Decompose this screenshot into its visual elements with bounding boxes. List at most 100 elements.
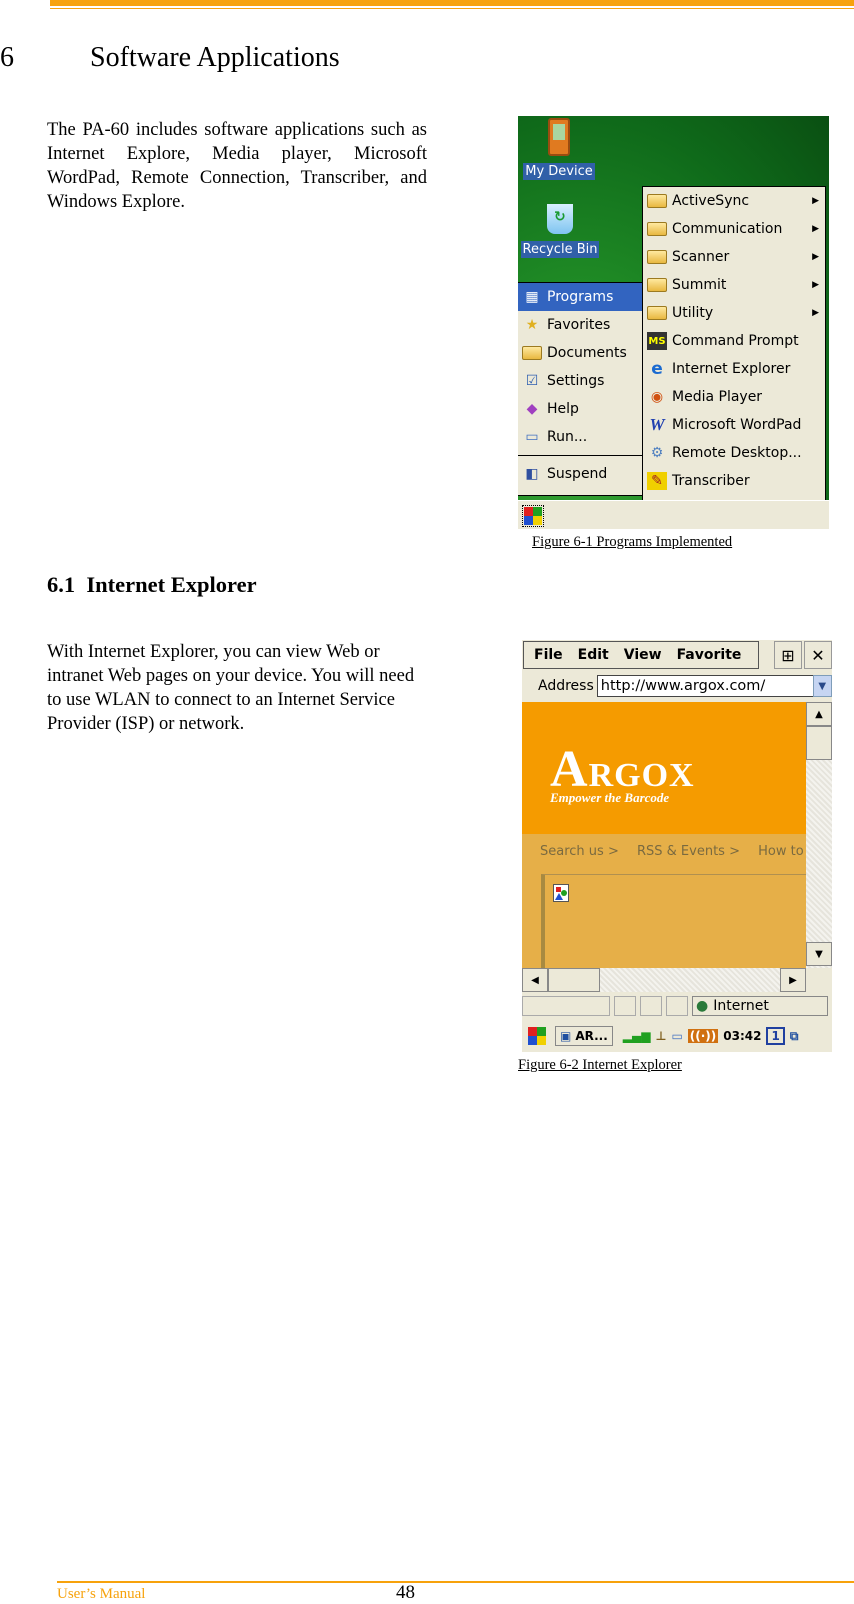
- start-menu-item-help[interactable]: ◆ Help: [518, 395, 642, 423]
- run-icon: ▭: [525, 429, 539, 445]
- star-icon: ★: [525, 317, 539, 333]
- programs-item-internet-explorer[interactable]: e Internet Explorer: [643, 355, 825, 383]
- scroll-right-button[interactable]: ▶: [780, 968, 806, 992]
- status-cell: [666, 996, 688, 1016]
- signal-strength-icon[interactable]: ▂▄▆: [623, 1029, 651, 1043]
- status-cell: [614, 996, 636, 1016]
- submenu-arrow-icon: ▶: [812, 224, 819, 234]
- arrow-right-icon: ▶: [789, 974, 797, 986]
- arrow-up-icon: ▲: [815, 708, 823, 720]
- toolbar-toggle-button[interactable]: ⊞: [774, 641, 802, 669]
- menu-file[interactable]: File: [534, 647, 563, 663]
- scroll-up-button[interactable]: ▲: [806, 702, 832, 726]
- address-input[interactable]: http://www.argox.com/: [596, 675, 813, 697]
- close-icon: ✕: [811, 645, 825, 665]
- start-menu: ▦ Programs ★ Favorites Documents ☑ Setti…: [518, 282, 643, 496]
- address-dropdown-button[interactable]: ▼: [812, 675, 832, 697]
- submenu-arrow-icon: ▶: [812, 308, 819, 318]
- start-menu-item-programs[interactable]: ▦ Programs: [518, 283, 642, 311]
- programs-item-remote-desktop[interactable]: ⚙ Remote Desktop...: [643, 439, 825, 467]
- arrow-left-icon: ◀: [531, 974, 539, 986]
- programs-item-activesync[interactable]: ActiveSync ▶: [643, 187, 825, 215]
- horizontal-scrollbar[interactable]: ◀ ▶: [522, 968, 806, 992]
- programs-item-utility[interactable]: Utility ▶: [643, 299, 825, 327]
- horizontal-scroll-thumb[interactable]: [548, 968, 600, 992]
- desktop-switch-icon[interactable]: ⧉: [790, 1029, 799, 1044]
- ie-menu-bar: File Edit View Favorite: [523, 641, 759, 669]
- start-menu-item-settings[interactable]: ☑ Settings: [518, 367, 642, 395]
- help-book-icon: ◆: [526, 401, 538, 417]
- chapter-intro-paragraph: The PA-60 includes software applications…: [47, 120, 427, 212]
- chevron-down-icon: ▼: [818, 680, 827, 692]
- network-connection-icon[interactable]: ⊥: [655, 1029, 666, 1043]
- taskbar: ▣ AR... ▂▄▆ ⊥ ▭ ((·)) 03:42 1 ⧉: [522, 1020, 832, 1052]
- wifi-icon[interactable]: ((·)): [687, 1029, 719, 1043]
- folder-icon: [647, 192, 667, 210]
- folder-icon: [647, 304, 667, 322]
- footer-rule: [57, 1581, 854, 1583]
- wireless-pc-icon[interactable]: ▭: [671, 1029, 682, 1043]
- chapter-number: 6: [0, 42, 14, 73]
- nav-link-search[interactable]: Search us >: [540, 844, 619, 859]
- start-menu-item-favorites[interactable]: ★ Favorites: [518, 311, 642, 339]
- section-number: 6.1: [47, 572, 76, 597]
- scroll-left-button[interactable]: ◀: [522, 968, 548, 992]
- page-number: 48: [396, 1582, 415, 1603]
- wordpad-icon: W: [649, 415, 665, 434]
- programs-item-summit[interactable]: Summit ▶: [643, 271, 825, 299]
- figure-1-caption: Figure 6-1 Programs Implemented: [532, 534, 733, 550]
- ie-page-icon: ▣: [560, 1029, 572, 1043]
- desktop-icon-recycle-bin[interactable]: Recycle Bin: [518, 204, 602, 258]
- section-title: Internet Explorer: [86, 572, 257, 597]
- programs-item-command-prompt[interactable]: MS Command Prompt: [643, 327, 825, 355]
- arrow-down-icon: ▼: [815, 948, 823, 960]
- programs-item-scanner[interactable]: Scanner ▶: [643, 243, 825, 271]
- programs-item-wordpad[interactable]: W Microsoft WordPad: [643, 411, 825, 439]
- close-button[interactable]: ✕: [804, 641, 832, 669]
- menu-view[interactable]: View: [624, 647, 662, 663]
- start-button[interactable]: [522, 505, 544, 527]
- address-bar: Address http://www.argox.com/ ▼: [522, 672, 832, 700]
- status-cell: [522, 996, 610, 1016]
- vertical-scrollbar[interactable]: ▲ ▼: [806, 702, 832, 968]
- menu-favorite[interactable]: Favorite: [677, 647, 742, 663]
- submenu-arrow-icon: ▶: [812, 280, 819, 290]
- scroll-down-button[interactable]: ▼: [806, 942, 832, 966]
- settings-icon: ☑: [525, 373, 539, 389]
- address-label: Address: [538, 678, 594, 694]
- start-menu-item-run[interactable]: ▭ Run...: [518, 423, 642, 451]
- taskbar-task-button[interactable]: ▣ AR...: [555, 1026, 613, 1046]
- web-page-content: ARGOX Empower the Barcode Search us > RS…: [522, 702, 806, 992]
- documents-icon: [522, 344, 542, 362]
- figure-2-caption: Figure 6-2 Internet Explorer: [518, 1057, 682, 1073]
- menu-separator: [518, 455, 642, 456]
- folder-icon: [647, 220, 667, 238]
- desktop-icon-my-device[interactable]: My Device: [522, 118, 596, 180]
- figure-internet-explorer-screenshot: File Edit View Favorite ⊞ ✕ Address http…: [522, 640, 832, 1052]
- start-menu-item-suspend[interactable]: ◧ Suspend: [518, 460, 642, 488]
- programs-item-communication[interactable]: Communication ▶: [643, 215, 825, 243]
- folder-icon: [647, 248, 667, 266]
- status-cell: [640, 996, 662, 1016]
- site-nav-links: Search us > RSS & Events > How to Buy: [540, 844, 806, 859]
- vertical-scroll-thumb[interactable]: [806, 726, 832, 760]
- header-rule-thick: [50, 0, 854, 6]
- footer-manual-label: User’s Manual: [57, 1586, 146, 1602]
- figure-programs-screenshot: My Device Recycle Bin ▦ Programs ★ Favor…: [518, 116, 829, 529]
- media-player-icon: ◉: [650, 389, 664, 405]
- programs-item-media-player[interactable]: ◉ Media Player: [643, 383, 825, 411]
- input-indicator[interactable]: 1: [766, 1027, 785, 1045]
- clock[interactable]: 03:42: [723, 1029, 761, 1043]
- programs-item-transcriber[interactable]: ✎ Transcriber: [643, 467, 825, 495]
- command-prompt-icon: MS: [647, 332, 667, 350]
- nav-link-how-to-buy[interactable]: How to Buy: [758, 844, 806, 859]
- section-body-paragraph: With Internet Explorer, you can view Web…: [47, 642, 415, 734]
- suspend-icon: ◧: [525, 466, 539, 482]
- desktop-icon-label: Recycle Bin: [520, 241, 600, 258]
- start-menu-item-documents[interactable]: Documents: [518, 339, 642, 367]
- nav-link-rss-events[interactable]: RSS & Events >: [637, 844, 740, 859]
- taskbar: [518, 500, 829, 529]
- start-button[interactable]: [527, 1026, 547, 1046]
- menu-edit[interactable]: Edit: [578, 647, 609, 663]
- argox-tagline: Empower the Barcode: [550, 790, 670, 805]
